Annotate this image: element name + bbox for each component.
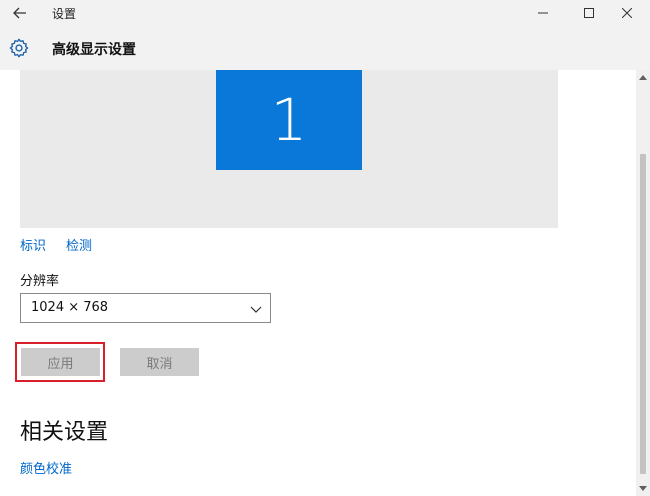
display-arrangement: 1 — [20, 70, 558, 228]
maximize-icon — [584, 8, 594, 18]
close-button[interactable] — [604, 0, 650, 26]
page-header: 高级显示设置 — [0, 26, 650, 70]
cancel-button[interactable]: 取消 — [120, 348, 199, 376]
scroll-down-button[interactable] — [636, 482, 650, 496]
title-bar: 设置 — [0, 0, 650, 26]
scrollbar[interactable] — [636, 70, 650, 496]
scroll-thumb[interactable] — [640, 154, 646, 474]
detect-link[interactable]: 检测 — [66, 235, 92, 254]
color-calibration-link[interactable]: 颜色校准 — [20, 458, 72, 477]
chevron-down-icon — [250, 306, 262, 313]
scroll-up-icon — [639, 75, 647, 80]
close-icon — [622, 8, 632, 18]
minimize-icon — [538, 12, 548, 14]
window-title: 设置 — [52, 7, 77, 21]
resolution-value: 1024 × 768 — [31, 300, 109, 315]
scroll-down-icon — [639, 486, 647, 491]
related-settings-heading: 相关设置 — [20, 420, 109, 445]
resolution-dropdown[interactable]: 1024 × 768 — [20, 293, 271, 323]
apply-button[interactable]: 应用 — [21, 348, 100, 376]
page-title: 高级显示设置 — [52, 42, 136, 58]
monitor-tile[interactable]: 1 — [216, 70, 362, 170]
scroll-up-button[interactable] — [636, 70, 650, 84]
back-arrow-icon — [13, 7, 26, 19]
gear-icon — [9, 38, 29, 58]
monitor-number: 1 — [270, 86, 308, 154]
minimize-button[interactable] — [520, 0, 566, 26]
identify-link[interactable]: 标识 — [20, 235, 46, 254]
back-button[interactable] — [6, 1, 34, 25]
resolution-label: 分辨率 — [20, 274, 60, 289]
